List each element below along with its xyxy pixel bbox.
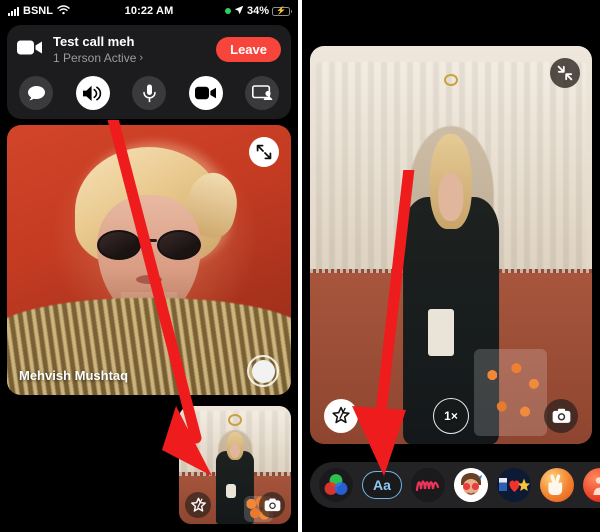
shutter-button[interactable] [247,355,279,387]
call-controls-row [17,76,281,110]
portrait-sunglasses [97,230,201,261]
screen-share-icon [251,85,272,100]
chat-bubble-icon [27,85,45,100]
battery-charging-icon: ⚡ [272,6,292,16]
screenshot-root: BSNL 10:22 AM 34% ⚡ Test call meh 1 Pers… [0,0,600,532]
effects-tray: Aa [310,462,600,508]
video-camera-icon [194,86,216,100]
effect-filters-button[interactable] [319,468,353,502]
battery-percent-label: 34% [246,5,269,17]
pip-flip-camera-button[interactable] [259,492,285,518]
collapse-video-button[interactable] [550,58,580,88]
zoom-level-button[interactable]: 1× [433,398,469,434]
green-recording-dot-icon [224,8,231,14]
call-title: Test call meh [53,34,135,49]
chat-button[interactable] [19,76,53,110]
status-bar: BSNL 10:22 AM 34% ⚡ [0,0,298,22]
color-filters-icon [324,474,348,495]
effect-pack-button[interactable] [497,468,531,502]
right-phone-screen: 1× Aa [302,0,600,532]
portrait-lips [136,274,162,284]
effect-text-button[interactable]: Aa [362,471,402,499]
doodle-scribble-icon [415,480,440,492]
selfie-camera-image [310,46,592,444]
effect-hand-button[interactable] [540,468,574,502]
flip-camera-icon [552,408,570,423]
screen-share-button[interactable] [245,76,279,110]
main-video-stage[interactable]: Mehvish Mushtaq [7,125,291,395]
star-effects-icon [190,497,206,512]
microphone-button[interactable] [132,76,166,110]
effect-more-button[interactable] [583,468,600,502]
video-button[interactable] [188,76,223,110]
location-arrow-icon [234,5,244,18]
status-bar-right: 34% ⚡ [224,5,292,18]
video-camera-icon [17,39,43,61]
leave-button[interactable]: Leave [216,37,281,62]
heart-star-pack-icon [499,478,530,492]
call-header-card: Test call meh 1 Person Active › Leave [7,25,291,119]
pip-effects-button[interactable] [185,492,211,518]
call-subtitle-row[interactable]: 1 Person Active › [53,51,206,66]
avatar-sticker-icon [454,468,488,502]
speaker-button[interactable] [75,76,110,110]
call-header-row: Test call meh 1 Person Active › Leave [17,33,281,66]
pip-self-view[interactable] [179,406,291,524]
selfie-controls-row: 1× [310,398,592,434]
collapse-arrows-icon [557,65,573,81]
effect-doodle-button[interactable] [411,468,445,502]
microphone-icon [142,84,156,102]
participant-video-image [7,125,291,395]
flip-camera-icon [264,498,280,512]
selfie-effects-button[interactable] [324,399,358,433]
selfie-camera-stage[interactable]: 1× [310,46,592,444]
more-effects-icon [593,477,600,495]
star-effects-icon [332,406,350,424]
speaker-icon [82,85,101,101]
effect-sticker-button[interactable] [454,468,488,502]
selfie-flip-camera-button[interactable] [544,399,578,433]
shutter-button-icon [251,359,275,383]
expand-video-button[interactable] [249,137,279,167]
call-subtitle: 1 Person Active [53,51,137,65]
expand-arrows-icon [256,144,272,160]
call-meta: Test call meh 1 Person Active › [53,33,206,66]
left-phone-screen: BSNL 10:22 AM 34% ⚡ Test call meh 1 Pers… [0,0,298,532]
participant-name-label: Mehvish Mushtaq [19,368,129,383]
chevron-right-icon: › [139,52,144,64]
peace-hand-icon [548,474,563,495]
